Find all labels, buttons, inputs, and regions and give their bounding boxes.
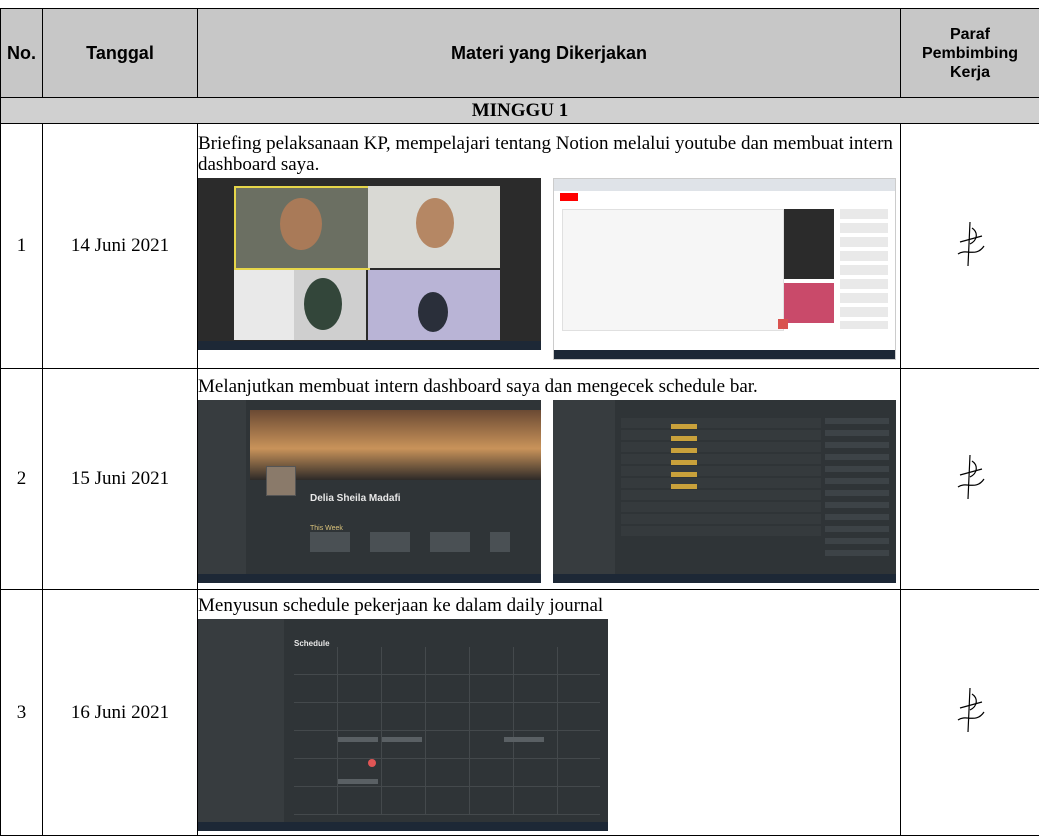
row-date: 16 Juni 2021 bbox=[43, 590, 198, 836]
table-row: 3 16 Juni 2021 Menyusun schedule pekerja… bbox=[1, 590, 1039, 836]
taskbar bbox=[198, 341, 541, 350]
row-date: 14 Juni 2021 bbox=[43, 124, 198, 369]
screenshot-group: Schedule bbox=[198, 619, 900, 831]
taskbar bbox=[198, 822, 608, 831]
row-description: Melanjutkan membuat intern dashboard say… bbox=[198, 376, 900, 397]
header-material: Materi yang Dikerjakan bbox=[198, 9, 901, 98]
row-description: Briefing pelaksanaan KP, mempelajari ten… bbox=[198, 133, 900, 175]
header-no: No. bbox=[1, 9, 43, 98]
signature-cell bbox=[901, 369, 1039, 590]
week-row: MINGGU 1 bbox=[1, 98, 1039, 124]
header-date: Tanggal bbox=[43, 9, 198, 98]
header-paraf-line2: Pembimbing bbox=[922, 45, 1018, 62]
dashboard-title: Delia Sheila Madafi bbox=[310, 488, 401, 509]
signature-icon bbox=[948, 451, 992, 503]
table-row: 2 15 Juni 2021 Melanjutkan membuat inter… bbox=[1, 369, 1039, 590]
row-number: 1 bbox=[1, 124, 43, 369]
row-content: Melanjutkan membuat intern dashboard say… bbox=[198, 369, 901, 590]
participant-tile bbox=[234, 270, 366, 340]
notion-dashboard-screenshot: Delia Sheila Madafi This Week bbox=[198, 400, 541, 583]
header-paraf-line3: Kerja bbox=[950, 64, 990, 81]
youtube-screenshot bbox=[553, 178, 896, 360]
week-label: MINGGU 1 bbox=[1, 98, 1039, 124]
taskbar bbox=[553, 574, 896, 583]
screenshot-group: Delia Sheila Madafi This Week bbox=[198, 400, 900, 583]
table-row: 1 14 Juni 2021 Briefing pelaksanaan KP, … bbox=[1, 124, 1039, 369]
row-number: 3 bbox=[1, 590, 43, 836]
activity-log-table: No. Tanggal Materi yang Dikerjakan Paraf… bbox=[0, 8, 1039, 836]
video-call-screenshot bbox=[198, 178, 541, 350]
participant-tile bbox=[368, 186, 500, 268]
participant-tile bbox=[234, 186, 370, 270]
signature-cell bbox=[901, 124, 1039, 369]
row-date: 15 Juni 2021 bbox=[43, 369, 198, 590]
header-paraf-line1: Paraf bbox=[950, 26, 990, 43]
screenshot-group bbox=[198, 178, 900, 360]
notion-calendar-screenshot: Schedule bbox=[198, 619, 608, 831]
notion-table-screenshot bbox=[553, 400, 896, 583]
signature-icon bbox=[948, 218, 992, 270]
header-paraf: Paraf Pembimbing Kerja bbox=[901, 9, 1039, 98]
signature-cell bbox=[901, 590, 1039, 836]
signature-icon bbox=[948, 684, 992, 736]
taskbar bbox=[198, 574, 541, 583]
taskbar bbox=[554, 350, 895, 359]
row-description: Menyusun schedule pekerjaan ke dalam dai… bbox=[198, 595, 900, 616]
row-content: Menyusun schedule pekerjaan ke dalam dai… bbox=[198, 590, 901, 836]
row-content: Briefing pelaksanaan KP, mempelajari ten… bbox=[198, 124, 901, 369]
row-number: 2 bbox=[1, 369, 43, 590]
participant-tile bbox=[368, 270, 500, 340]
header-row: No. Tanggal Materi yang Dikerjakan Paraf… bbox=[1, 9, 1039, 98]
